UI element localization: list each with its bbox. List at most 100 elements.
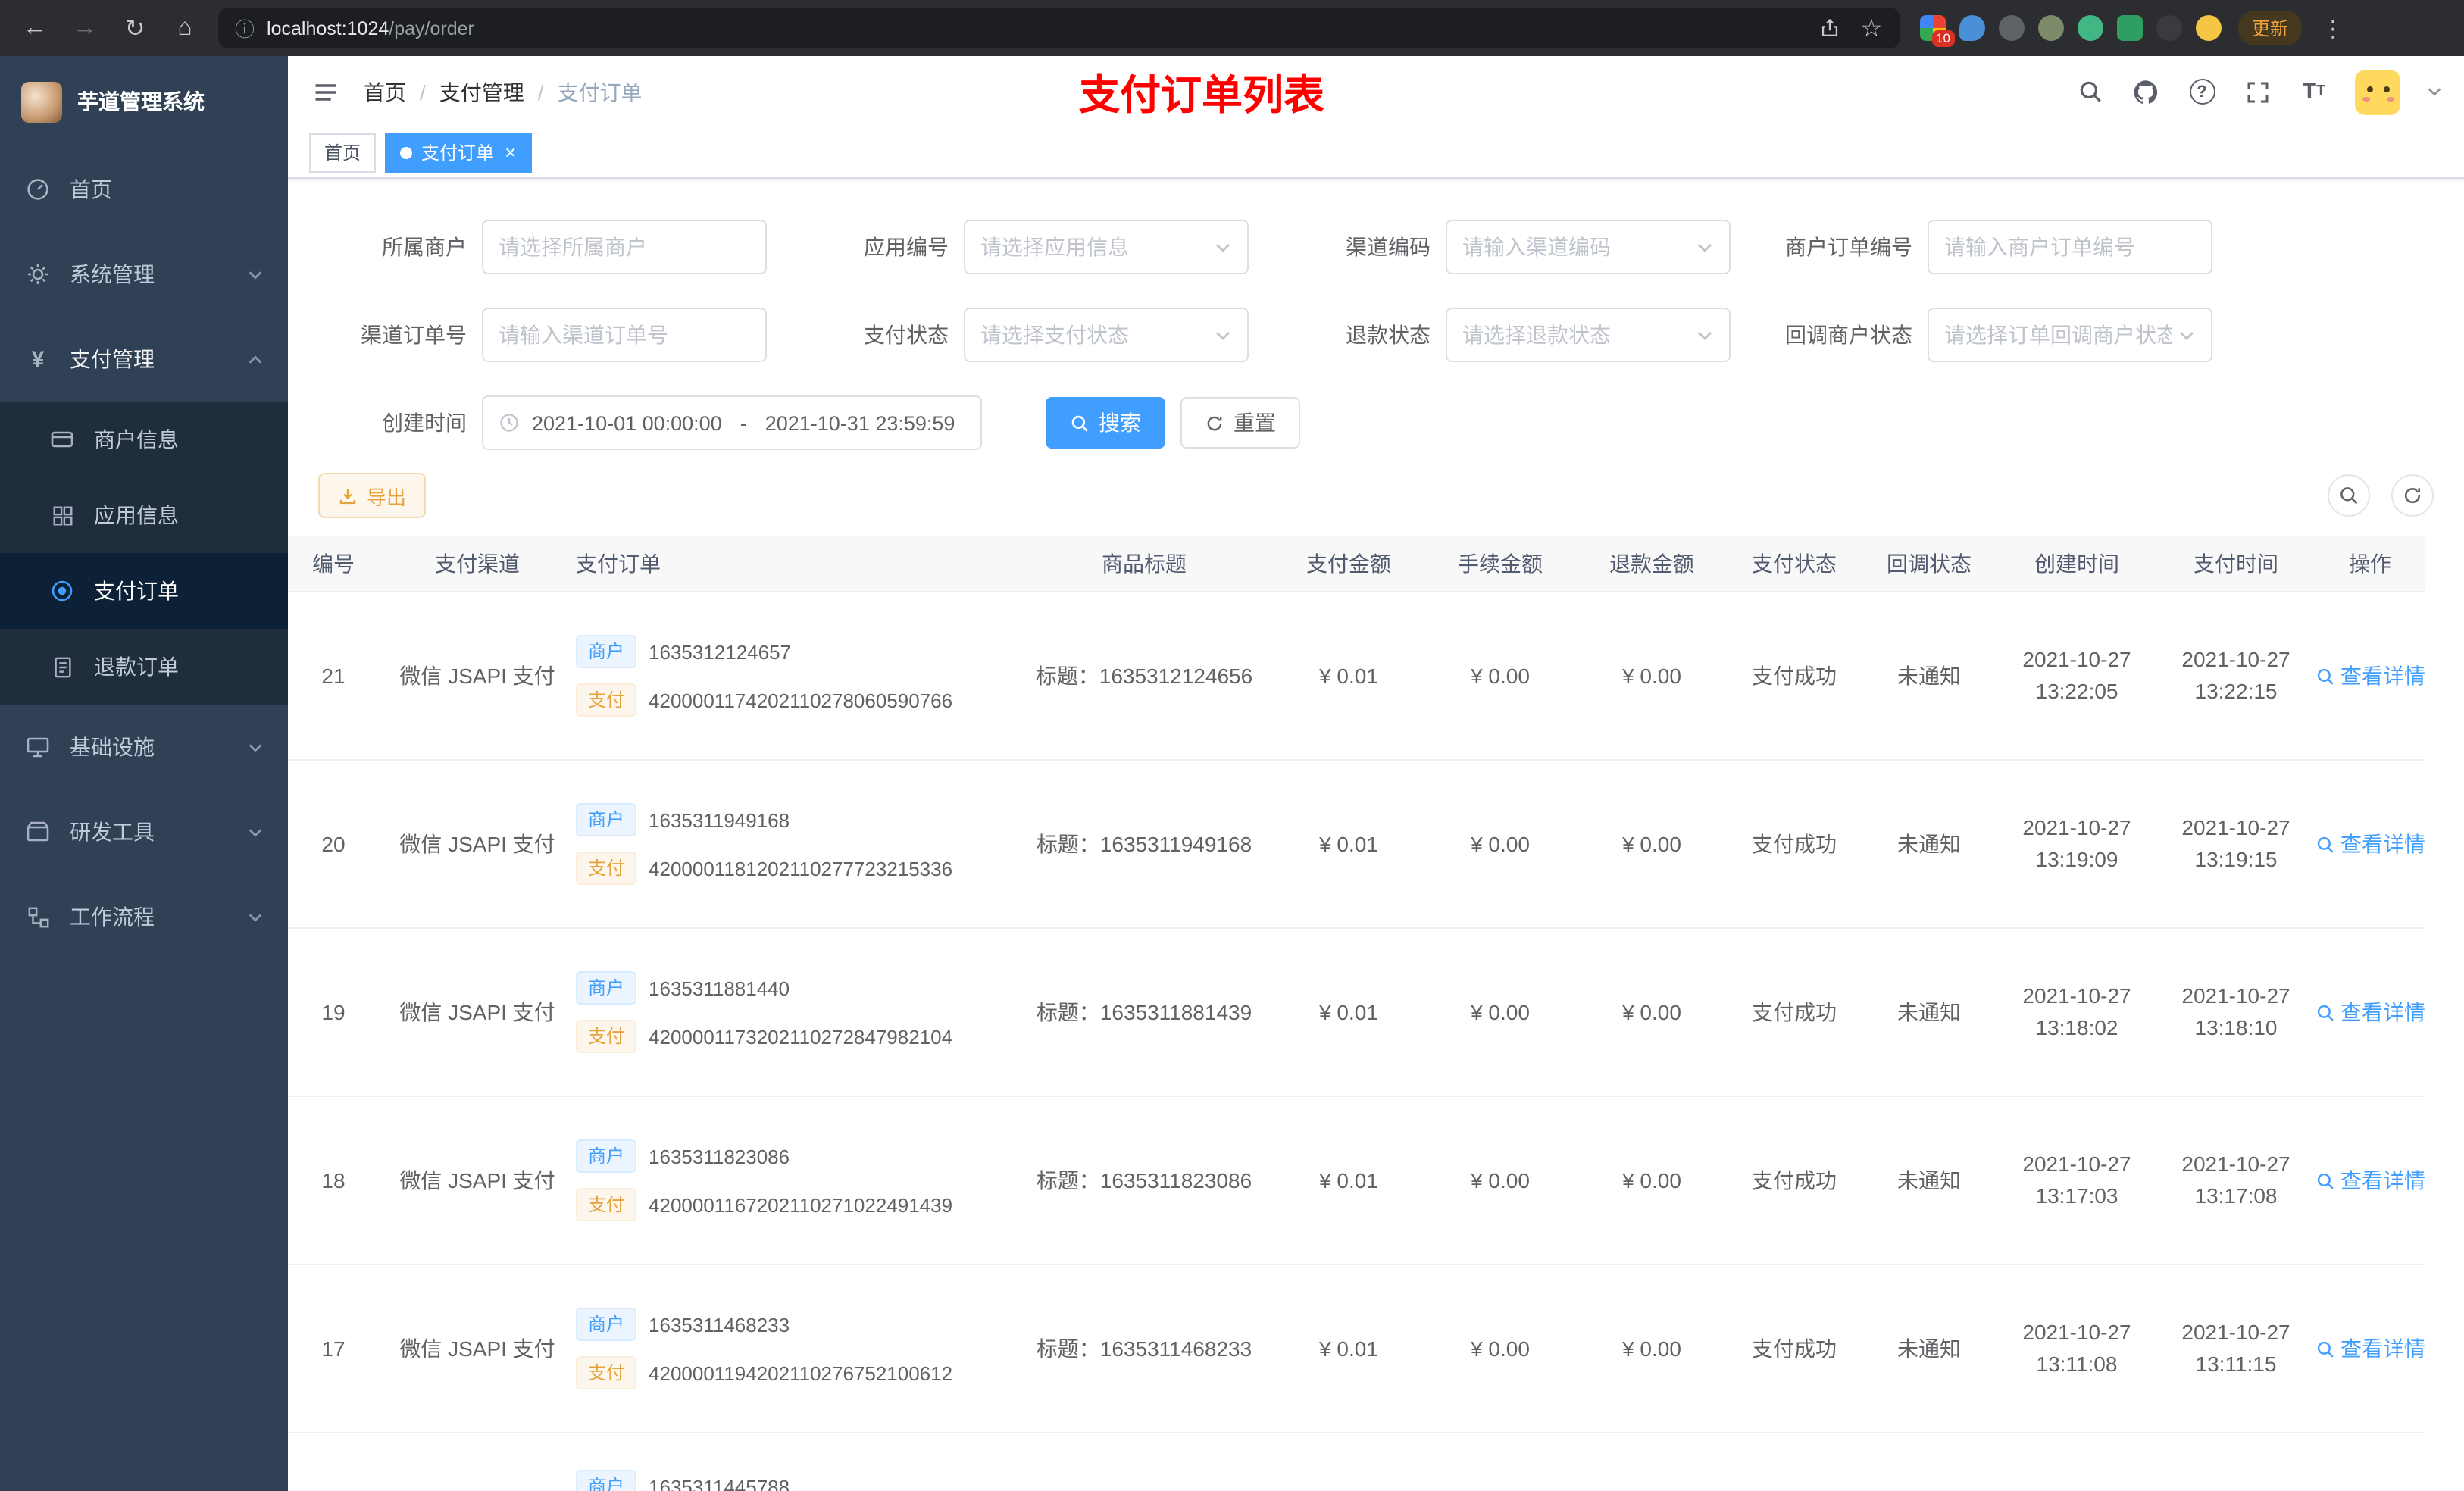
target-icon [48,579,76,603]
notify-status-select-field[interactable] [1944,323,2172,347]
channel-code-select-field[interactable] [1462,235,1690,259]
tab-pay-order[interactable]: 支付订单 × [385,133,532,172]
sidebar-item-dev-tools[interactable]: 研发工具 [0,789,288,874]
cell-fee: ¥ 0.00 [1471,1000,1530,1024]
refund-status-select[interactable] [1446,308,1731,362]
merchant-order-no: 1635311949168 [649,808,790,831]
sidebar-item-payment[interactable]: ¥ 支付管理 [0,317,288,402]
share-icon[interactable] [1817,16,1841,40]
browser-menu-icon[interactable]: ⋮ [2319,14,2347,42]
reload-icon[interactable]: ↻ [118,11,152,45]
sidebar-item-infrastructure[interactable]: 基础设施 [0,705,288,789]
chevron-down-icon [247,908,264,925]
view-detail-link[interactable]: 查看详情 [2315,1165,2425,1196]
col-paid: 支付时间 [2194,552,2278,576]
filter-field-notify-status: 回调商户状态 [1764,308,2212,362]
channel-order-no-input-field[interactable] [499,323,750,347]
channel-order-no-input[interactable] [482,308,767,362]
extension-badge: 10 [1931,30,1955,47]
breadcrumb-home[interactable]: 首页 [364,77,406,107]
export-button[interactable]: 导出 [318,473,427,518]
app-no-select-field[interactable] [980,235,1208,259]
cell-status: 支付成功 [1752,1000,1837,1024]
extension-icon[interactable] [2038,15,2064,41]
view-detail-link[interactable]: 查看详情 [2315,829,2425,859]
back-icon[interactable]: ← [18,11,52,45]
cell-actions: 查看详情 [2315,661,2425,691]
merchant-order-no-input-field[interactable] [1944,235,2196,259]
col-notify: 回调状态 [1887,552,1972,576]
channel-code-select[interactable] [1446,220,1731,274]
cell-amount: ¥ 0.01 [1319,832,1378,856]
home-icon[interactable]: ⌂ [168,11,202,45]
extension-icon[interactable] [2156,15,2182,41]
sidebar-item-workflow[interactable]: 工作流程 [0,874,288,959]
view-detail-link[interactable]: 查看详情 [2315,997,2425,1027]
chrome-update-button[interactable]: 更新 [2238,11,2303,45]
col-created: 创建时间 [2034,552,2119,576]
site-info-icon[interactable]: ⓘ [235,14,255,42]
view-detail-link[interactable]: 查看详情 [2315,661,2425,691]
cell-pay-order: 商户 1635312124657 支付 42000011742021102780… [561,635,1015,717]
page-content: 所属商户 应用编号 渠道编码 [288,179,2464,1491]
extension-icon[interactable] [2196,15,2222,41]
card-icon [48,427,76,452]
forward-icon[interactable]: → [68,11,102,45]
filter-field-merchant-order-no: 商户订单编号 [1764,220,2212,274]
close-icon[interactable]: × [505,142,516,162]
cell-notify: 未通知 [1897,1168,1961,1192]
hamburger-icon[interactable] [309,75,342,108]
help-icon[interactable]: ? [2187,77,2217,107]
notify-status-select[interactable] [1928,308,2212,362]
url-bar[interactable]: ⓘ localhost:1024/pay/order ☆ [218,8,1900,48]
search-icon[interactable] [2075,77,2105,107]
extension-icon[interactable] [1999,15,2025,41]
doc-icon [48,655,76,679]
navbar-actions: ? TT [2075,69,2443,114]
cell-channel: 微信 JSAPI 支付 [399,1168,555,1192]
extension-icon[interactable] [1959,15,1985,41]
app-no-select[interactable] [964,220,1249,274]
create-time-range-picker[interactable]: 2021-10-01 00:00:00 - 2021-10-31 23:59:5… [482,395,982,450]
breadcrumb-separator: / [420,80,426,104]
view-detail-link[interactable]: 查看详情 [2315,1333,2425,1364]
cell-pay-order: 商户 1635311823086 支付 42000011672021102710… [561,1139,1015,1221]
sidebar-item-system[interactable]: 系统管理 [0,232,288,317]
cell-status: 支付成功 [1752,832,1837,856]
extension-icon[interactable]: 10 [1920,15,1955,47]
sidebar-item-pay-order[interactable]: 支付订单 [0,553,288,629]
search-button[interactable]: 搜索 [1046,397,1165,449]
merchant-order-no-input[interactable] [1928,220,2212,274]
toggle-search-icon[interactable] [2328,474,2370,517]
font-size-icon[interactable]: TT [2299,77,2329,107]
cell-title: 标题：1635311949168 [1036,832,1252,856]
extension-icon[interactable] [2117,15,2143,41]
breadcrumb-payment[interactable]: 支付管理 [439,77,524,107]
sidebar-item-refund-order[interactable]: 退款订单 [0,629,288,705]
sidebar-item-app-info[interactable]: 应用信息 [0,477,288,553]
reset-button[interactable]: 重置 [1180,397,1300,449]
extension-icon[interactable] [2078,15,2103,41]
gear-icon [24,262,52,286]
sidebar-item-merchant-info[interactable]: 商户信息 [0,402,288,477]
merchant-input[interactable] [482,220,767,274]
bookmark-star-icon[interactable]: ☆ [1859,16,1884,42]
table-row: 19 微信 JSAPI 支付 商户 1635311881440 支付 42000… [288,929,2425,1097]
cell-status: 支付成功 [1752,1336,1837,1361]
tab-home[interactable]: 首页 [309,133,377,172]
sidebar-item-home[interactable]: 首页 [0,147,288,232]
pay-status-select-field[interactable] [980,323,1208,347]
pay-status-select[interactable] [964,308,1249,362]
user-avatar[interactable] [2355,69,2400,114]
fullscreen-icon[interactable] [2243,77,2273,107]
refresh-icon[interactable] [2391,474,2434,517]
navbar: 首页 / 支付管理 / 支付订单 支付订单列表 ? T T [288,56,2464,127]
cell-fee: ¥ 0.00 [1471,1336,1530,1361]
refund-status-select-field[interactable] [1462,323,1690,347]
cell-channel: 微信 JSAPI 支付 [399,832,555,856]
cell-paid: 2021-10-27 13:22:15 [2181,647,2290,703]
avatar-dropdown-icon[interactable] [2426,83,2443,100]
github-icon[interactable] [2131,77,2161,107]
merchant-input-field[interactable] [499,235,750,259]
filter-field-refund-status: 退款状态 [1282,308,1731,362]
